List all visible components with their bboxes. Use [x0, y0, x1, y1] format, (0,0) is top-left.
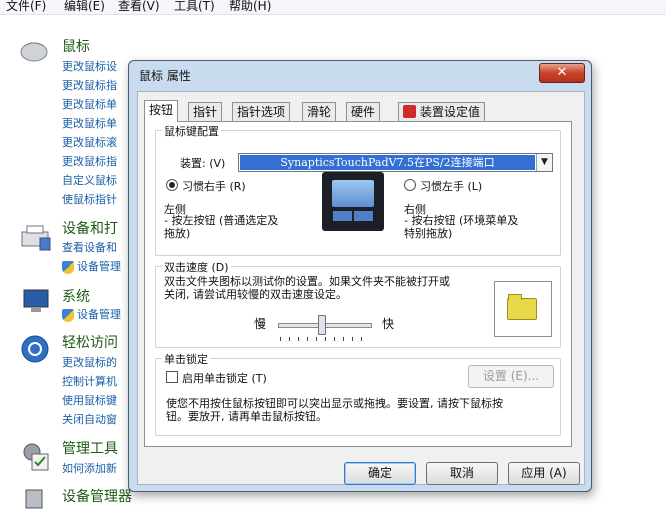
touchpad-surface [332, 180, 374, 207]
slow-label: 慢 [254, 317, 267, 331]
shield-icon [62, 260, 74, 274]
tab-device-settings[interactable]: 装置设定值 [398, 102, 486, 121]
tab-pointer-options[interactable]: 指针选项 [232, 102, 291, 121]
cancel-button[interactable]: 取消 [426, 462, 498, 485]
test-folder-area[interactable] [494, 281, 552, 337]
tab-panel-buttons: 鼠标键配置 装置: (V) SynapticsTouchPadV7.5在PS/2… [144, 121, 572, 447]
mouse-icon [20, 42, 48, 62]
left-side-desc: - 按左按钮 (普通选定及 拖放) [164, 214, 279, 240]
touchpad-right-button [354, 211, 373, 221]
device-manager-icon [25, 489, 43, 509]
folder-icon[interactable] [507, 294, 537, 320]
click-lock-checkbox[interactable] [166, 371, 178, 383]
double-click-label: 双击速度 (D) [162, 259, 231, 275]
chevron-down-icon[interactable]: ▼ [536, 154, 552, 171]
left-hand-radio[interactable] [404, 179, 416, 191]
admin-heading[interactable]: 管理工具 [62, 438, 118, 458]
mouse-link[interactable]: 自定义鼠标 [62, 172, 117, 188]
ease-of-access-icon [21, 335, 49, 363]
devices-link[interactable]: 设备管理 [62, 258, 121, 274]
button-config-label: 鼠标键配置 [162, 123, 221, 139]
system-link-label: 设备管理 [77, 308, 121, 321]
mouse-link[interactable]: 更改鼠标指 [62, 153, 117, 169]
ease-link[interactable]: 使用鼠标键 [62, 392, 117, 408]
monitor-icon [23, 289, 49, 312]
menu-bar: 文件(F) 编辑(E) 查看(V) 工具(T) 帮助(H) [0, 0, 666, 15]
right-hand-radio[interactable] [166, 179, 178, 191]
mouse-link[interactable]: 更改鼠标设 [62, 58, 117, 74]
double-click-desc: 双击文件夹图标以测试你的设置。如果文件夹不能被打开或 关闭, 请尝试用较慢的双击… [164, 275, 450, 301]
device-label: 装置: (V) [180, 157, 226, 170]
menu-view[interactable]: 查看(V) [118, 0, 160, 14]
speed-slider-thumb[interactable] [318, 315, 327, 335]
right-hand-label[interactable]: 习惯右手 (R) [182, 178, 246, 194]
devmgr-heading[interactable]: 设备管理器 [62, 486, 132, 506]
menu-help[interactable]: 帮助(H) [229, 0, 271, 14]
button-config-group: 鼠标键配置 装置: (V) SynapticsTouchPadV7.5在PS/2… [155, 123, 561, 256]
click-lock-group: 单击锁定 启用单击锁定 (T) 设置 (E)... 使您不用按住鼠标按钮即可以突… [155, 351, 561, 436]
touchpad-left-button [333, 211, 352, 221]
dialog-title: 鼠标 属性 [139, 69, 191, 83]
ok-button[interactable]: 确定 [344, 462, 416, 485]
mouse-link[interactable]: 更改鼠标滚 [62, 134, 117, 150]
menu-file[interactable]: 文件(F) [6, 0, 46, 14]
system-heading[interactable]: 系统 [62, 286, 90, 306]
fast-label: 快 [382, 317, 395, 331]
left-hand-label[interactable]: 习惯左手 (L) [420, 178, 482, 194]
click-lock-label: 单击锁定 [162, 351, 210, 367]
devices-heading[interactable]: 设备和打 [62, 218, 118, 238]
tab-buttons[interactable]: 按钮 [144, 100, 179, 122]
ease-link[interactable]: 更改鼠标的 [62, 354, 117, 370]
dialog-client: 按钮 指针 指针选项 滑轮 硬件 装置设定值 鼠标键配置 装置: (V) Syn… [137, 91, 585, 485]
menu-edit[interactable]: 编辑(E) [64, 0, 105, 14]
device-select[interactable]: SynapticsTouchPadV7.5在PS/2连接端口 ▼ [238, 153, 553, 172]
right-side-desc: - 按右按钮 (环境菜单及 特别拖放) [404, 214, 519, 240]
admin-tools-icon [23, 443, 49, 471]
devices-link[interactable]: 查看设备和 [62, 239, 117, 255]
synaptics-icon [403, 105, 416, 118]
printer-icon [21, 225, 51, 251]
admin-link[interactable]: 如何添加新 [62, 460, 117, 476]
shield-icon [62, 308, 74, 322]
menu-tools[interactable]: 工具(T) [174, 0, 215, 14]
close-button[interactable]: ✕ [539, 63, 585, 83]
click-lock-checkbox-label[interactable]: 启用单击锁定 (T) [182, 370, 267, 386]
click-lock-settings-button[interactable]: 设置 (E)... [468, 365, 554, 388]
touchpad-image [322, 172, 384, 231]
speed-slider-ticks [280, 337, 370, 341]
tab-device-settings-label: 装置设定值 [420, 105, 481, 119]
system-link[interactable]: 设备管理 [62, 306, 121, 322]
mouse-link[interactable]: 使鼠标指针 [62, 191, 117, 207]
ease-heading[interactable]: 轻松访问 [62, 332, 118, 352]
apply-button[interactable]: 应用 (A) [508, 462, 580, 485]
click-lock-desc: 使您不用按住鼠标按钮即可以突出显示或拖拽。要设置, 请按下鼠标按 钮。要放开, … [166, 397, 503, 423]
mouse-properties-dialog: 鼠标 属性 ✕ 按钮 指针 指针选项 滑轮 硬件 装置设定值 鼠标键配置 装置:… [128, 60, 592, 492]
mouse-link[interactable]: 更改鼠标单 [62, 115, 117, 131]
devices-link-label: 设备管理 [77, 260, 121, 273]
device-select-value: SynapticsTouchPadV7.5在PS/2连接端口 [240, 155, 535, 170]
mouse-link[interactable]: 更改鼠标指 [62, 77, 117, 93]
ease-link[interactable]: 关闭自动窗 [62, 411, 117, 427]
double-click-group: 双击速度 (D) 双击文件夹图标以测试你的设置。如果文件夹不能被打开或 关闭, … [155, 259, 561, 348]
mouse-link[interactable]: 更改鼠标单 [62, 96, 117, 112]
tab-wheel[interactable]: 滑轮 [302, 102, 337, 121]
mouse-heading[interactable]: 鼠标 [62, 36, 90, 56]
tab-hardware[interactable]: 硬件 [346, 102, 381, 121]
ease-link[interactable]: 控制计算机 [62, 373, 117, 389]
tab-pointers[interactable]: 指针 [188, 102, 223, 121]
